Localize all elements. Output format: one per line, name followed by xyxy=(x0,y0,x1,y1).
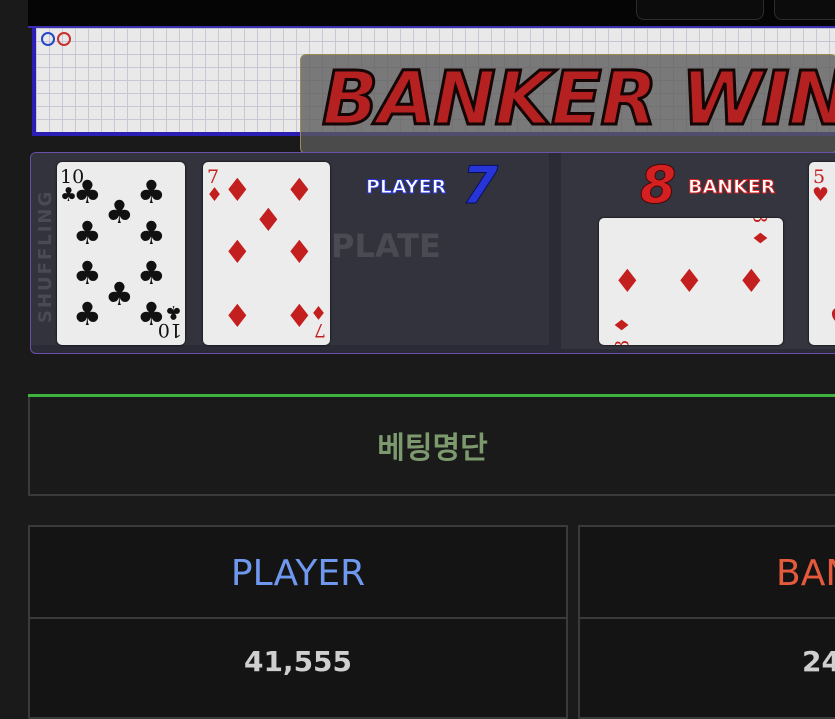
banker-circle-icon xyxy=(57,32,71,46)
diamond-icon: ♦ xyxy=(309,301,327,323)
betting-list-header[interactable]: 베팅명단 xyxy=(28,397,835,496)
banker-label: BANKER xyxy=(687,176,776,199)
player-score: 7 xyxy=(461,156,499,216)
diamond-icon: ♦ xyxy=(675,262,704,300)
diamond-icon: ♦ xyxy=(737,262,766,300)
banker-card-2: 5♥ ♥ xyxy=(809,162,835,345)
club-icon: ♣ xyxy=(105,193,134,231)
club-icon: ♣ xyxy=(137,254,166,292)
banker-score: 8 xyxy=(639,156,677,216)
player-total-header: PLAYER xyxy=(30,527,566,619)
result-banner-text: BANKER WIN xyxy=(320,55,835,144)
diamond-icon: ♦ xyxy=(206,184,224,206)
club-icon: ♣ xyxy=(137,214,166,252)
diamond-icon: ♦ xyxy=(748,229,771,247)
club-icon: ♣ xyxy=(73,254,102,292)
top-strip xyxy=(28,0,835,28)
player-label: PLAYER xyxy=(365,176,447,199)
banker-total-box: BAN 24 xyxy=(578,525,835,719)
club-icon: ♣ xyxy=(164,301,182,323)
table-plate-text: PLATE xyxy=(331,227,441,265)
banker-card-1: 3 ♦ ♦ ♦ ♦ 3 ♦ xyxy=(599,218,783,345)
player-total-label: PLAYER xyxy=(230,553,366,594)
banker-total-header: BAN xyxy=(580,527,835,619)
top-control-button-2[interactable] xyxy=(774,0,835,20)
player-total-value: 41,555 xyxy=(243,645,353,678)
heart-icon: ♥ xyxy=(829,304,835,336)
banker-total-value: 24 xyxy=(802,645,835,678)
card-rank: 3 xyxy=(612,340,634,346)
card-rank: 3 xyxy=(748,218,770,224)
player-card-1: 10 ♣ ♣ ♣ ♣ ♣ ♣ ♣ ♣ ♣ ♣ ♣ 10 ♣ xyxy=(57,162,185,345)
banker-total-label: BAN xyxy=(776,553,835,594)
club-icon: ♣ xyxy=(73,173,102,211)
club-icon: ♣ xyxy=(73,295,102,333)
diamond-icon: ♦ xyxy=(285,171,314,209)
diamond-icon: ♦ xyxy=(613,262,642,300)
club-icon: ♣ xyxy=(137,173,166,211)
diamond-icon: ♦ xyxy=(223,233,252,271)
diamond-icon: ♦ xyxy=(285,233,314,271)
club-icon: ♣ xyxy=(105,275,134,313)
betting-list-title: 베팅명단 xyxy=(377,431,488,466)
player-circle-icon xyxy=(41,32,55,46)
club-icon: ♣ xyxy=(73,214,102,252)
player-card-2: 7 ♦ ♦ ♦ ♦ ♦ ♦ ♦ ♦ 7 ♦ xyxy=(203,162,330,345)
heart-icon: ♥ xyxy=(812,184,830,206)
diamond-icon: ♦ xyxy=(254,201,283,239)
diamond-icon: ♦ xyxy=(611,316,634,334)
player-total-box: PLAYER 41,555 xyxy=(28,525,568,719)
diamond-icon: ♦ xyxy=(223,297,252,335)
diamond-icon: ♦ xyxy=(223,171,252,209)
top-control-button[interactable] xyxy=(636,0,764,20)
